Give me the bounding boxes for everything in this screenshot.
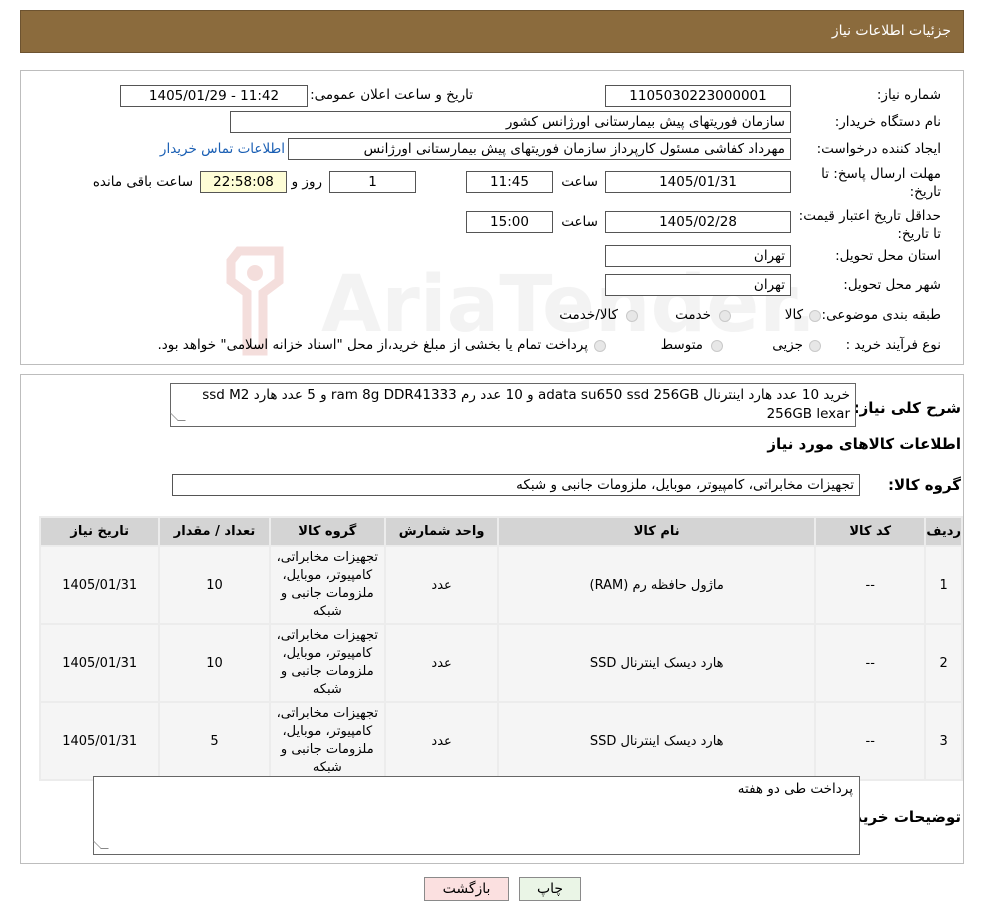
need-number-label: شماره نیاز:: [876, 87, 941, 103]
goods-section-title: اطلاعات کالاهای مورد نیاز: [767, 435, 961, 453]
buyer-notes-text: پرداخت طی دو هفته: [737, 781, 853, 797]
col-group: گروه کالا: [270, 518, 384, 545]
deadline-date-field: 1405/01/31: [605, 171, 791, 193]
cell-row: 1: [926, 547, 961, 623]
cell-qty: 10: [160, 625, 269, 701]
buyer-org-field: سازمان فوریتهای پیش بیمارستانی اورژانس ک…: [230, 111, 791, 133]
remaining-time-label: ساعت باقی مانده: [92, 174, 193, 190]
cell-group: تجهیزات مخابراتی، کامپیوتر، موبایل، ملزو…: [270, 547, 384, 623]
cell-unit: عدد: [385, 547, 498, 623]
goods-panel: شرح کلی نیاز: خرید 10 عدد هارد اینترنال …: [20, 374, 964, 864]
days-field: 1: [329, 171, 416, 193]
col-code: کد کالا: [816, 518, 925, 545]
validity-label: حداقل تاریخ اعتبار قیمت: تا تاریخ:: [798, 208, 941, 242]
resize-grip-icon[interactable]: [93, 841, 109, 849]
province-field: تهران: [605, 245, 791, 267]
cell-unit: عدد: [385, 625, 498, 701]
description-line-2: 256GB lexar: [766, 406, 850, 422]
col-qty: تعداد / مقدار: [160, 518, 269, 545]
cell-group: تجهیزات مخابراتی، کامپیوتر، موبایل، ملزو…: [270, 703, 384, 779]
need-info-panel: AriaTender.neT شماره نیاز: 1105030223000…: [20, 70, 978, 365]
cell-name: ماژول حافظه رم (RAM): [499, 547, 815, 623]
cell-code: --: [816, 703, 925, 779]
deadline-time-field: 11:45: [466, 171, 553, 193]
city-field: تهران: [605, 274, 791, 296]
back-button[interactable]: بازگشت: [424, 877, 509, 901]
process-checkbox-treasury[interactable]: [594, 340, 606, 352]
buyer-org-label: نام دستگاه خریدار:: [834, 114, 941, 130]
validity-date-field: 1405/02/28: [605, 211, 791, 233]
province-label: استان محل تحویل:: [835, 248, 941, 264]
cell-date: 1405/01/31: [41, 547, 159, 623]
table-row: 1 -- ماژول حافظه رم (RAM) عدد تجهیزات مخ…: [41, 547, 961, 623]
col-unit: واحد شمارش: [385, 518, 498, 545]
process-radio-minor[interactable]: [809, 340, 821, 352]
col-row: ردیف: [926, 518, 961, 545]
cell-code: --: [816, 625, 925, 701]
creator-field: مهرداد کفاشی مسئول کارپرداز سازمان فوریت…: [288, 138, 791, 160]
cell-group: تجهیزات مخابراتی، کامپیوتر، موبایل، ملزو…: [270, 625, 384, 701]
col-date: تاریخ نیاز: [41, 518, 159, 545]
goods-table-wrap: ردیف کد کالا نام کالا واحد شمارش گروه کا…: [39, 516, 963, 781]
cell-qty: 5: [160, 703, 269, 779]
cell-name: هارد دیسک اینترنال SSD: [499, 625, 815, 701]
goods-group-label: گروه کالا:: [888, 476, 961, 494]
cell-code: --: [816, 547, 925, 623]
description-label: شرح کلی نیاز:: [853, 399, 961, 417]
cell-unit: عدد: [385, 703, 498, 779]
process-option-medium: متوسط: [660, 337, 703, 353]
creator-label: ایجاد کننده درخواست:: [816, 141, 941, 157]
process-label: نوع فرآیند خرید :: [845, 337, 941, 353]
cell-qty: 10: [160, 547, 269, 623]
category-option-service: خدمت: [675, 307, 711, 323]
cell-row: 2: [926, 625, 961, 701]
category-radio-goods-service[interactable]: [626, 310, 638, 322]
announce-label: تاریخ و ساعت اعلان عمومی:: [310, 87, 473, 103]
process-treasury-note: پرداخت تمام یا بخشی از مبلغ خرید،از محل …: [157, 337, 588, 353]
cell-date: 1405/01/31: [41, 625, 159, 701]
category-option-goods: کالا: [784, 307, 803, 323]
goods-group-field: تجهیزات مخابراتی، کامپیوتر، موبایل، ملزو…: [172, 474, 860, 496]
table-row: 2 -- هارد دیسک اینترنال SSD عدد تجهیزات …: [41, 625, 961, 701]
page-title: جزئیات اطلاعات نیاز: [831, 23, 951, 39]
buyer-notes-textarea[interactable]: پرداخت طی دو هفته: [93, 776, 860, 855]
validity-time-field: 15:00: [466, 211, 553, 233]
process-radio-medium[interactable]: [711, 340, 723, 352]
validity-time-label: ساعت: [561, 214, 598, 230]
page-header: جزئیات اطلاعات نیاز: [20, 10, 964, 53]
category-radio-service[interactable]: [719, 310, 731, 322]
process-option-minor: جزیی: [772, 337, 803, 353]
remaining-time-field: 22:58:08: [200, 171, 287, 193]
category-label: طبقه بندی موضوعی:: [821, 307, 941, 323]
cell-name: هارد دیسک اینترنال SSD: [499, 703, 815, 779]
goods-table: ردیف کد کالا نام کالا واحد شمارش گروه کا…: [39, 516, 963, 781]
announce-field: 1405/01/29 - 11:42: [120, 85, 308, 107]
col-name: نام کالا: [499, 518, 815, 545]
table-row: 3 -- هارد دیسک اینترنال SSD عدد تجهیزات …: [41, 703, 961, 779]
buyer-contact-link[interactable]: اطلاعات تماس خریدار: [160, 141, 285, 157]
description-line-1: خرید 10 عدد هارد اینترنال adata su650 ss…: [202, 387, 850, 403]
cell-row: 3: [926, 703, 961, 779]
days-label: روز و: [291, 174, 322, 190]
print-button[interactable]: چاپ: [519, 877, 581, 901]
deadline-time-label: ساعت: [561, 174, 598, 190]
category-option-goods-service: کالا/خدمت: [559, 307, 618, 323]
city-label: شهر محل تحویل:: [843, 277, 941, 293]
need-number-field: 1105030223000001: [605, 85, 791, 107]
category-radio-goods[interactable]: [809, 310, 821, 322]
cell-date: 1405/01/31: [41, 703, 159, 779]
description-textarea[interactable]: خرید 10 عدد هارد اینترنال adata su650 ss…: [170, 383, 856, 427]
goods-table-header: ردیف کد کالا نام کالا واحد شمارش گروه کا…: [41, 518, 961, 545]
deadline-label: مهلت ارسال پاسخ: تا تاریخ:: [821, 166, 941, 200]
